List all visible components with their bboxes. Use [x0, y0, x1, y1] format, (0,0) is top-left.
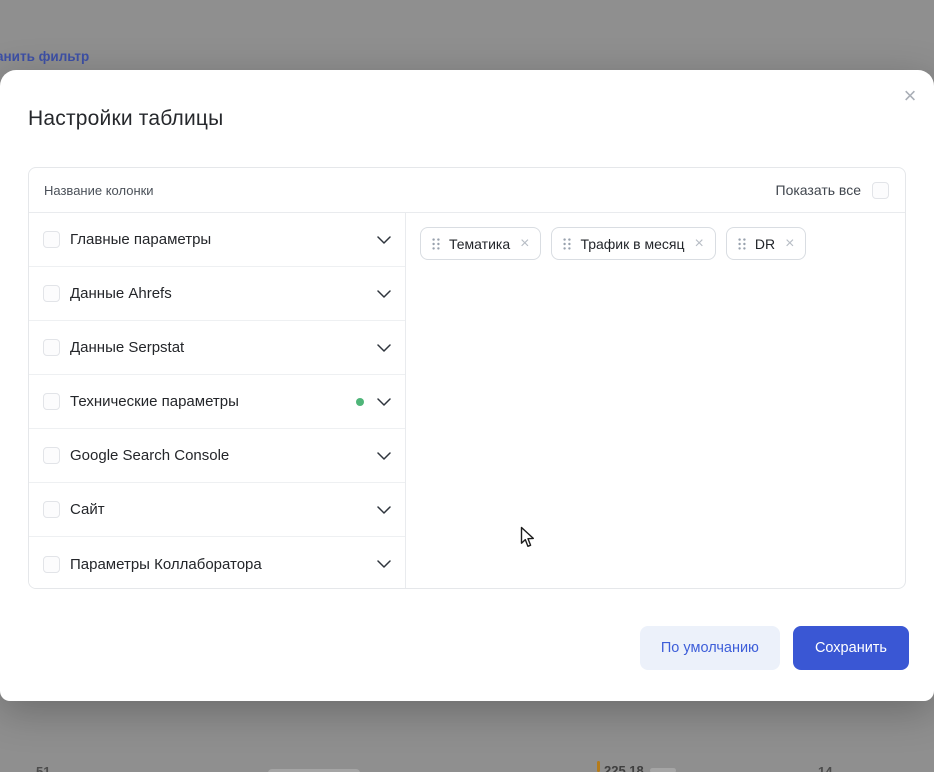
- drag-handle-icon[interactable]: [738, 238, 746, 250]
- group-checkbox[interactable]: [43, 556, 60, 573]
- chip-tematika[interactable]: Тематика ×: [420, 227, 541, 260]
- group-row-technical-params[interactable]: Технические параметры: [29, 375, 405, 429]
- background-table-value-2: 14: [818, 764, 832, 772]
- warning-flag-icon: [597, 761, 600, 772]
- group-label: Главные параметры: [70, 231, 211, 248]
- remove-chip-icon[interactable]: ×: [694, 236, 703, 252]
- group-label: Сайт: [70, 501, 105, 518]
- panel-body: Главные параметры Данные Ahrefs Данные S…: [29, 213, 905, 589]
- group-row-site[interactable]: Сайт: [29, 483, 405, 537]
- drag-handle-icon[interactable]: [563, 238, 571, 250]
- remove-chip-icon[interactable]: ×: [520, 236, 529, 252]
- chevron-down-icon[interactable]: [377, 398, 391, 406]
- group-checkbox[interactable]: [43, 339, 60, 356]
- show-all-label: Показать все: [776, 182, 861, 198]
- group-checkbox[interactable]: [43, 393, 60, 410]
- group-checkbox[interactable]: [43, 231, 60, 248]
- chip-traffic-per-month[interactable]: Трафик в месяц ×: [551, 227, 715, 260]
- column-name-header-label: Название колонки: [44, 183, 154, 198]
- columns-panel: Название колонки Показать все Главные па…: [28, 167, 906, 589]
- remove-chip-icon[interactable]: ×: [785, 236, 794, 252]
- selected-columns-area: Тематика × Трафик в месяц ×: [406, 213, 905, 589]
- chip-dr[interactable]: DR ×: [726, 227, 807, 260]
- chip-label: Тематика: [449, 236, 510, 252]
- close-icon[interactable]: ×: [896, 82, 924, 110]
- column-groups-list: Главные параметры Данные Ahrefs Данные S…: [29, 213, 406, 589]
- drag-handle-icon[interactable]: [432, 238, 440, 250]
- chevron-down-icon[interactable]: [377, 560, 391, 568]
- group-label: Данные Ahrefs: [70, 285, 172, 302]
- panel-header: Название колонки Показать все: [29, 168, 905, 213]
- background-table-value: 51: [36, 764, 50, 772]
- save-filter-link[interactable]: анить фильтр: [0, 49, 89, 64]
- group-row-main-params[interactable]: Главные параметры: [29, 213, 405, 267]
- show-all-checkbox[interactable]: [872, 182, 889, 199]
- chevron-down-icon[interactable]: [377, 344, 391, 352]
- default-button[interactable]: По умолчанию: [640, 626, 780, 670]
- background-table-unit: [650, 768, 676, 772]
- chip-label: Трафик в месяц: [580, 236, 684, 252]
- table-settings-modal: × Настройки таблицы Название колонки Пок…: [0, 70, 934, 701]
- group-label: Параметры Коллаборатора: [70, 556, 262, 573]
- chevron-down-icon[interactable]: [377, 236, 391, 244]
- group-row-ahrefs[interactable]: Данные Ahrefs: [29, 267, 405, 321]
- chevron-down-icon[interactable]: [377, 452, 391, 460]
- group-label: Данные Serpstat: [70, 339, 184, 356]
- save-button[interactable]: Сохранить: [793, 626, 909, 670]
- group-checkbox[interactable]: [43, 285, 60, 302]
- group-row-google-search-console[interactable]: Google Search Console: [29, 429, 405, 483]
- modal-footer: По умолчанию Сохранить: [640, 626, 909, 670]
- group-label: Технические параметры: [70, 393, 239, 410]
- group-row-collaborator-params[interactable]: Параметры Коллаборатора: [29, 537, 405, 589]
- green-status-dot: [356, 398, 364, 406]
- chevron-down-icon[interactable]: [377, 506, 391, 514]
- group-checkbox[interactable]: [43, 447, 60, 464]
- modal-title: Настройки таблицы: [28, 107, 223, 131]
- group-row-serpstat[interactable]: Данные Serpstat: [29, 321, 405, 375]
- background-table-metric: 225.18: [604, 763, 644, 772]
- chip-label: DR: [755, 236, 775, 252]
- group-checkbox[interactable]: [43, 501, 60, 518]
- show-all-toggle[interactable]: Показать все: [776, 182, 889, 199]
- chevron-down-icon[interactable]: [377, 290, 391, 298]
- group-label: Google Search Console: [70, 447, 229, 464]
